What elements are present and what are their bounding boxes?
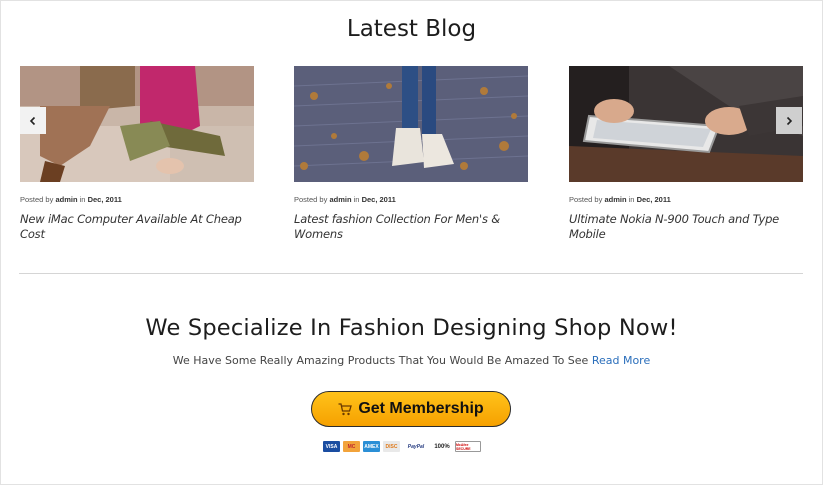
blog-post: Posted by admin in Dec, 2011 Ultimate No… — [569, 66, 803, 242]
promo-description: We Have Some Really Amazing Products Tha… — [172, 354, 589, 367]
chevron-right-icon — [786, 116, 793, 125]
post-author[interactable]: admin — [55, 195, 77, 204]
amex-badge: AMEX — [363, 441, 380, 452]
post-meta: Posted by admin in Dec, 2011 — [294, 195, 396, 204]
blog-post: Posted by admin in Dec, 2011 New iMac Co… — [20, 66, 254, 242]
promo-headline: We Specialize In Fashion Designing Shop … — [145, 315, 678, 341]
mastercard-badge: MC — [343, 441, 360, 452]
get-membership-button[interactable]: Get Membership — [311, 391, 511, 427]
mcafee-badge: McAfee SECURE — [455, 441, 481, 452]
blog-post: Posted by admin in Dec, 2011 Latest fash… — [294, 66, 528, 242]
get-membership-label: Get Membership — [358, 400, 484, 417]
section-title: Latest Blog — [346, 16, 477, 42]
post-author[interactable]: admin — [604, 195, 626, 204]
post-meta: Posted by admin in Dec, 2011 — [569, 195, 671, 204]
post-title[interactable]: Latest fashion Collection For Men's & Wo… — [294, 212, 528, 242]
chevron-left-icon — [29, 116, 36, 125]
post-image-boots[interactable] — [294, 66, 528, 182]
section-divider — [19, 273, 803, 274]
post-date: Dec, 2011 — [636, 195, 671, 204]
payment-badges: VISA MC AMEX DISC PayPal 100% McAfee SEC… — [323, 440, 481, 453]
carousel-prev-button[interactable] — [20, 107, 46, 134]
visa-badge: VISA — [323, 441, 340, 452]
carousel-next-button[interactable] — [776, 107, 802, 134]
paypal-badge: PayPal — [403, 441, 429, 452]
post-meta: Posted by admin in Dec, 2011 — [20, 195, 122, 204]
discover-badge: DISC — [383, 441, 400, 452]
promo-text: We Have Some Really Amazing Products Tha… — [0, 354, 823, 367]
post-title[interactable]: Ultimate Nokia N-900 Touch and Type Mobi… — [569, 212, 803, 242]
post-title[interactable]: New iMac Computer Available At Cheap Cos… — [20, 212, 254, 242]
post-image-couple[interactable] — [20, 66, 254, 182]
read-more-link[interactable]: Read More — [592, 354, 650, 367]
post-date: Dec, 2011 — [87, 195, 122, 204]
cart-icon — [338, 402, 353, 415]
post-date: Dec, 2011 — [361, 195, 396, 204]
guarantee-badge: 100% — [432, 441, 452, 452]
post-author[interactable]: admin — [329, 195, 351, 204]
post-image-tablet[interactable] — [569, 66, 803, 182]
